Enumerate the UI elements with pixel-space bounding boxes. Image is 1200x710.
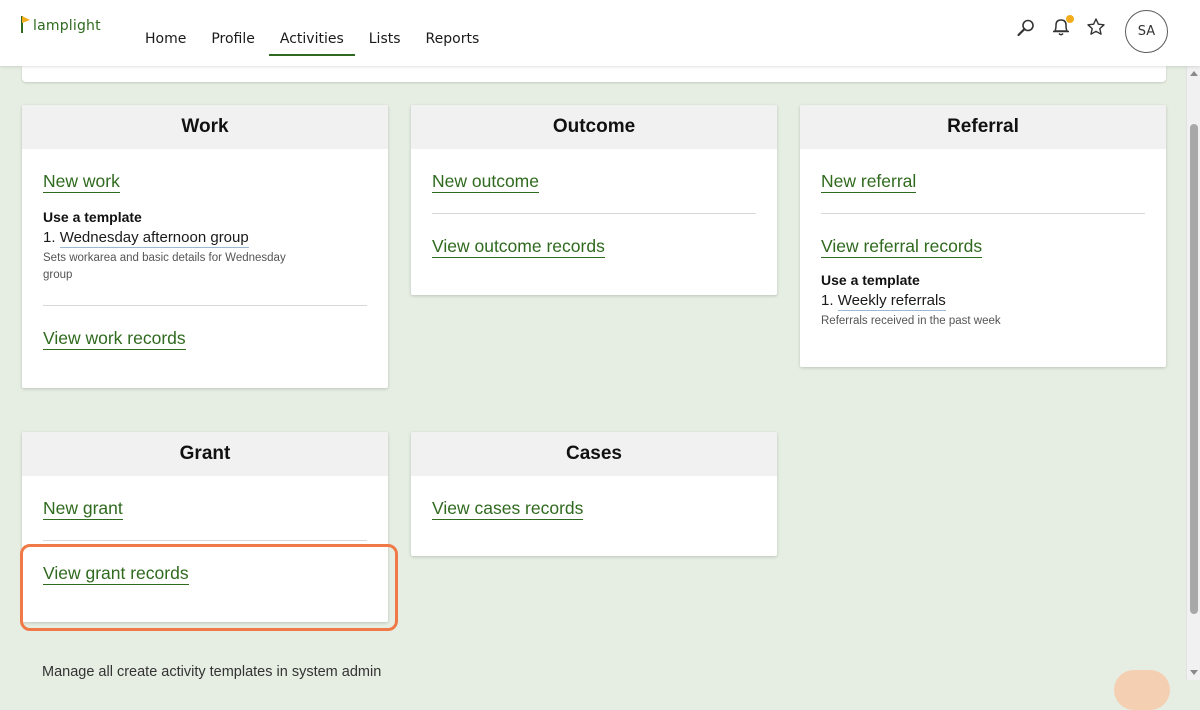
page-scrollbar[interactable] [1186, 66, 1200, 680]
outcome-card-title: Outcome [411, 105, 777, 149]
referral-template-number: 1. [821, 292, 834, 309]
search-button[interactable] [1016, 18, 1036, 38]
view-referral-records-link[interactable]: View referral records [821, 236, 983, 258]
lamplight-logo[interactable]: lamplight [20, 14, 101, 34]
new-referral-link[interactable]: New referral [821, 171, 917, 193]
referral-template-link[interactable]: Weekly referrals [837, 292, 946, 311]
outcome-divider [432, 213, 756, 214]
favourites-button[interactable] [1086, 17, 1106, 37]
view-outcome-records-link[interactable]: View outcome records [432, 236, 605, 258]
work-card-title: Work [22, 105, 388, 149]
view-cases-records-link[interactable]: View cases records [432, 498, 584, 520]
work-template-heading: Use a template [43, 209, 142, 225]
help-button[interactable] [1114, 670, 1170, 710]
main-nav: Home Profile Activities Lists Reports [134, 0, 493, 66]
work-divider [43, 305, 367, 306]
activities-page: Work New work Use a template 1. Wednesda… [0, 66, 1186, 710]
scroll-thumb[interactable] [1190, 124, 1198, 614]
referral-divider [821, 213, 1145, 214]
work-template-link[interactable]: Wednesday afternoon group [59, 229, 249, 248]
work-template-item: 1. Wednesday afternoon group [43, 229, 367, 248]
nav-lists[interactable]: Lists [358, 11, 412, 55]
manage-templates-note: Manage all create activity templates in … [42, 664, 382, 680]
notifications-button[interactable] [1050, 15, 1074, 38]
cases-card: Cases View cases records [411, 432, 777, 556]
grant-card: Grant New grant View grant records [22, 432, 388, 622]
referral-template-item: 1. Weekly referrals [821, 292, 1145, 311]
lamp-logo-icon [21, 16, 30, 33]
new-work-link[interactable]: New work [43, 171, 120, 193]
scroll-down-arrow-icon[interactable] [1190, 670, 1198, 675]
star-icon [1087, 18, 1105, 35]
work-template-number: 1. [43, 229, 56, 246]
nav-profile[interactable]: Profile [200, 11, 266, 55]
brand-name: lamplight [33, 18, 101, 34]
new-outcome-link[interactable]: New outcome [432, 171, 539, 193]
grant-card-title: Grant [22, 432, 388, 476]
new-grant-link[interactable]: New grant [43, 498, 123, 520]
top-navigation-bar: lamplight Home Profile Activities Lists … [0, 0, 1200, 66]
nav-activities[interactable]: Activities [268, 11, 355, 56]
top-panel-edge [22, 66, 1166, 82]
user-avatar[interactable]: SA [1125, 10, 1168, 53]
scroll-up-arrow-icon[interactable] [1190, 71, 1198, 76]
referral-template-heading: Use a template [821, 272, 920, 288]
search-icon [1017, 19, 1034, 37]
referral-card: Referral New referral View referral reco… [800, 105, 1166, 367]
view-work-records-link[interactable]: View work records [43, 328, 186, 350]
work-template-description: Sets workarea and basic details for Wedn… [43, 252, 286, 281]
outcome-card: Outcome New outcome View outcome records [411, 105, 777, 295]
nav-home[interactable]: Home [134, 11, 197, 55]
notification-badge [1066, 15, 1074, 23]
cases-card-title: Cases [411, 432, 777, 476]
referral-template-description: Referrals received in the past week [821, 315, 1001, 327]
view-grant-records-link[interactable]: View grant records [43, 563, 189, 585]
referral-card-title: Referral [800, 105, 1166, 149]
grant-divider [43, 540, 367, 541]
work-card: Work New work Use a template 1. Wednesda… [22, 105, 388, 388]
nav-reports[interactable]: Reports [415, 11, 491, 55]
